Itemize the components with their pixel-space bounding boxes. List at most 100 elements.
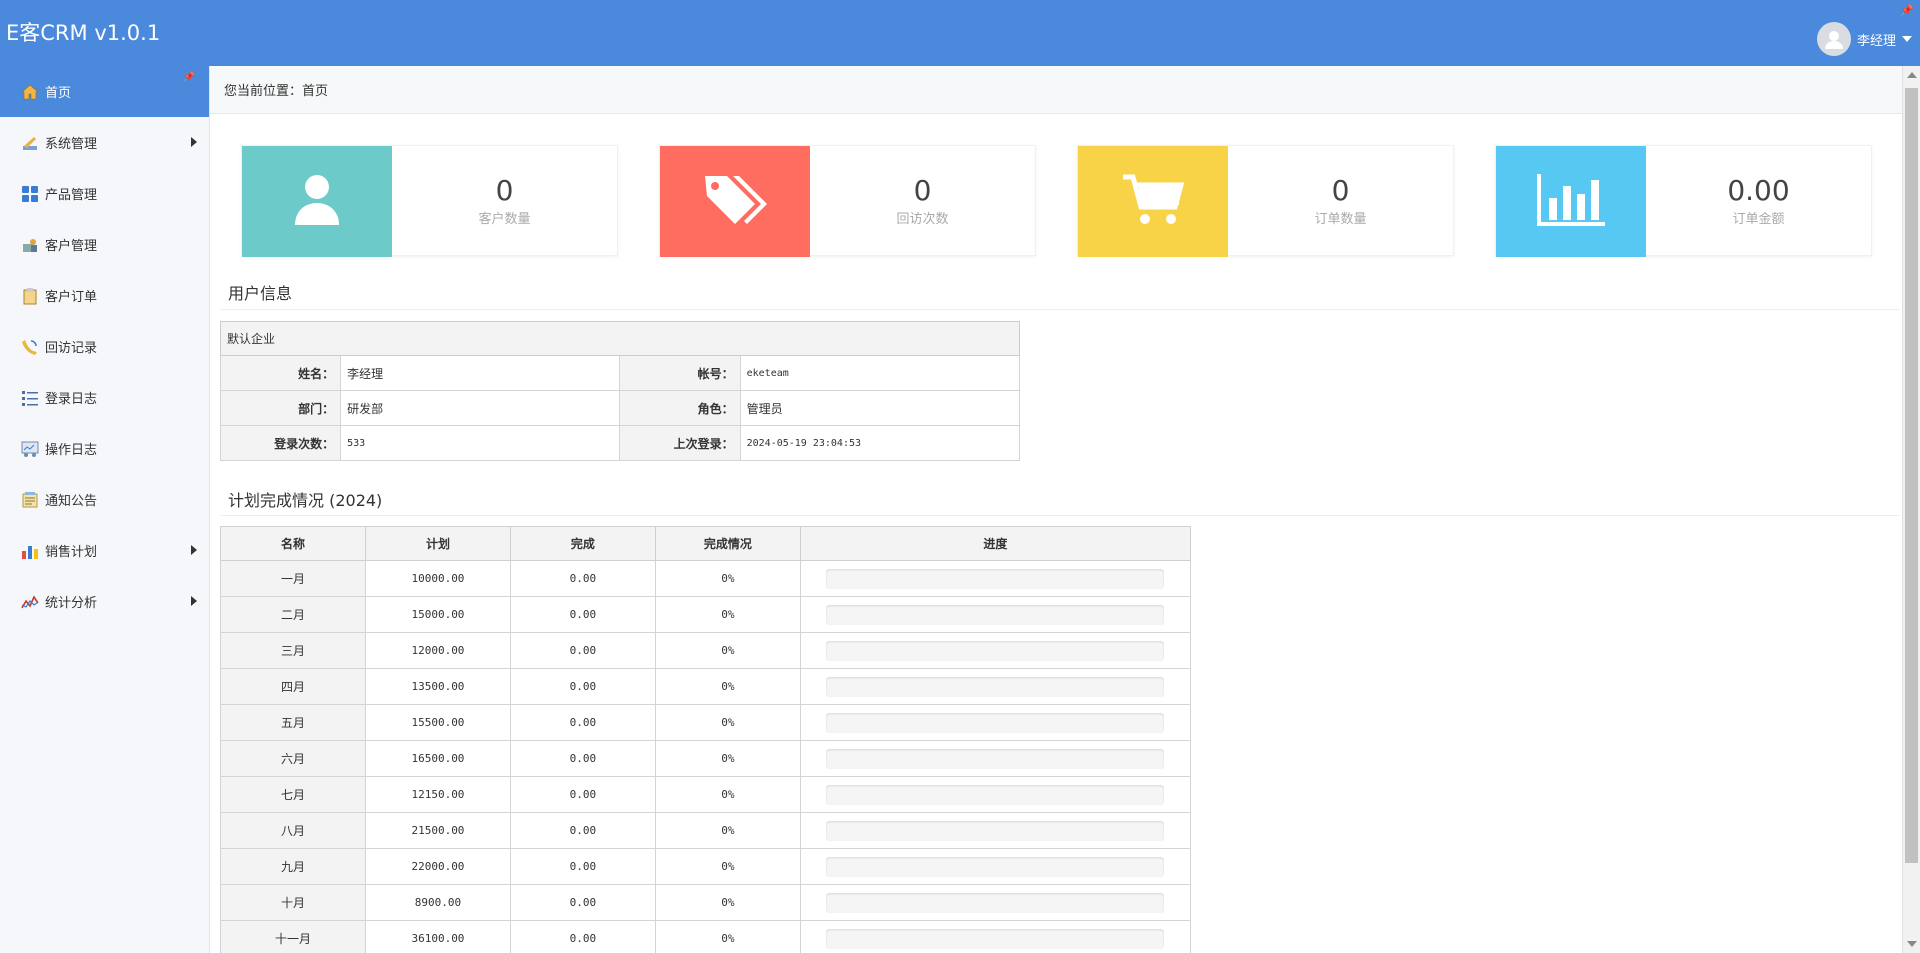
rate-value: 0%: [654, 848, 801, 885]
clipboard-icon: [20, 286, 40, 306]
stat-card[interactable]: 0 订单数量: [1077, 145, 1454, 257]
cart-icon: [1121, 173, 1185, 230]
stat-icon-box: [1496, 146, 1646, 257]
sidebar-item[interactable]: 系统管理: [0, 117, 209, 168]
month-name: 九月: [220, 848, 366, 885]
sidebar-item-label: 销售计划: [45, 545, 98, 560]
sidebar-item[interactable]: 回访记录: [0, 321, 209, 372]
app-title: E客CRM v1.0.1: [6, 21, 161, 45]
plan-value: 22000.00: [364, 848, 511, 885]
bar-chart-icon: [20, 541, 40, 561]
stat-icon-box: [660, 146, 810, 257]
sidebar-item[interactable]: 首页 📌: [0, 66, 209, 117]
field-label: 角色：: [619, 390, 741, 426]
sidebar-item[interactable]: 通知公告: [0, 474, 209, 525]
stat-info: 0 订单数量: [1228, 146, 1453, 255]
sidebar-item[interactable]: 销售计划: [0, 525, 209, 576]
progress-bar: [826, 568, 1165, 589]
notice-icon: [20, 490, 40, 510]
month-name: 十一月: [220, 920, 366, 953]
sidebar-item[interactable]: 统计分析: [0, 576, 209, 627]
sidebar-item[interactable]: 操作日志: [0, 423, 209, 474]
done-value: 0.00: [509, 812, 656, 849]
rate-value: 0%: [654, 704, 801, 741]
progress-bar: [826, 748, 1165, 769]
plan-table: 名称 计划 完成 完成情况 进度 一月 10000.00 0.00 0% 二月 15000.00 0…: [220, 526, 1192, 953]
stat-value: 0: [495, 174, 514, 207]
progress-cell: [799, 848, 1192, 885]
divider: [220, 309, 1900, 310]
main-content: 您当前位置：首页 0 客户数量 0 回访次数 0 订单数量 0.00 订单金额 用户信息 默认…: [210, 66, 1902, 953]
month-name: 五月: [220, 704, 366, 741]
stat-value: 0: [1331, 174, 1350, 207]
bar-chart-icon: [1535, 172, 1607, 231]
chevron-down-icon[interactable]: [1902, 36, 1912, 42]
column-header[interactable]: 完成: [509, 526, 656, 561]
user-info-title: 用户信息: [228, 284, 293, 303]
done-value: 0.00: [509, 740, 656, 777]
plan-value: 10000.00: [364, 560, 511, 597]
sidebar-item-label: 回访记录: [45, 341, 98, 356]
done-value: 0.00: [509, 560, 656, 597]
avatar[interactable]: [1816, 22, 1851, 56]
progress-bar: [826, 676, 1165, 697]
progress-bar: [826, 820, 1165, 841]
grid-icon: [20, 184, 40, 204]
pin-icon[interactable]: 📌: [1900, 4, 1914, 17]
stat-icon-box: [242, 146, 392, 257]
progress-cell: [799, 812, 1192, 849]
stat-card[interactable]: 0.00 订单金额: [1495, 145, 1872, 257]
top-bar: E客CRM v1.0.1 📌 李经理: [0, 0, 1920, 66]
user-menu[interactable]: 李经理: [1816, 22, 1912, 56]
vertical-scrollbar[interactable]: [1902, 66, 1920, 953]
column-header[interactable]: 计划: [364, 526, 511, 561]
settings-icon: [20, 133, 40, 153]
field-value: 研发部: [340, 390, 621, 426]
divider: [220, 515, 1900, 516]
customers-icon: [20, 235, 40, 255]
plan-value: 21500.00: [364, 812, 511, 849]
pin-icon[interactable]: 📌: [183, 72, 195, 83]
company-name: 默认企业: [220, 321, 1020, 356]
chevron-right-icon: [191, 545, 197, 555]
rate-value: 0%: [654, 920, 801, 953]
plan-title: 计划完成情况 (2024): [228, 491, 383, 510]
sidebar-item-label: 登录日志: [45, 392, 98, 407]
column-header[interactable]: 名称: [220, 526, 366, 561]
sidebar-item[interactable]: 产品管理: [0, 168, 209, 219]
scroll-up-icon[interactable]: [1907, 72, 1917, 78]
field-value: 533: [340, 425, 621, 461]
phone-icon: [20, 337, 40, 357]
column-header[interactable]: 进度: [799, 526, 1192, 561]
stat-label: 客户数量: [478, 212, 531, 227]
user-avatar-icon: [1824, 31, 1843, 49]
month-name: 四月: [220, 668, 366, 705]
month-name: 二月: [220, 596, 366, 633]
month-name: 八月: [220, 812, 366, 849]
done-value: 0.00: [509, 920, 656, 953]
progress-cell: [799, 920, 1192, 953]
progress-bar: [826, 892, 1165, 913]
plan-value: 16500.00: [364, 740, 511, 777]
month-name: 六月: [220, 740, 366, 777]
field-value: 管理员: [739, 390, 1021, 426]
table-row: 十一月 36100.00 0.00 0%: [220, 920, 1192, 953]
line-chart-icon: [20, 592, 40, 612]
stat-card[interactable]: 0 客户数量: [241, 145, 618, 257]
plan-value: 12000.00: [364, 632, 511, 669]
stat-value: 0.00: [1727, 174, 1790, 207]
column-header[interactable]: 完成情况: [654, 526, 801, 561]
sidebar-item[interactable]: 登录日志: [0, 372, 209, 423]
sidebar-item-label: 首页: [45, 86, 72, 101]
stat-card[interactable]: 0 回访次数: [659, 145, 1036, 257]
progress-cell: [799, 884, 1192, 921]
scroll-down-icon[interactable]: [1907, 941, 1917, 947]
user-name[interactable]: 李经理: [1857, 30, 1896, 49]
table-row: 十月 8900.00 0.00 0%: [220, 884, 1192, 921]
scrollbar-thumb[interactable]: [1905, 88, 1918, 863]
chevron-right-icon: [191, 137, 197, 147]
sidebar-item[interactable]: 客户管理: [0, 219, 209, 270]
sidebar-item-label: 统计分析: [45, 596, 98, 611]
sidebar-item[interactable]: 客户订单: [0, 270, 209, 321]
plan-value: 8900.00: [364, 884, 511, 921]
